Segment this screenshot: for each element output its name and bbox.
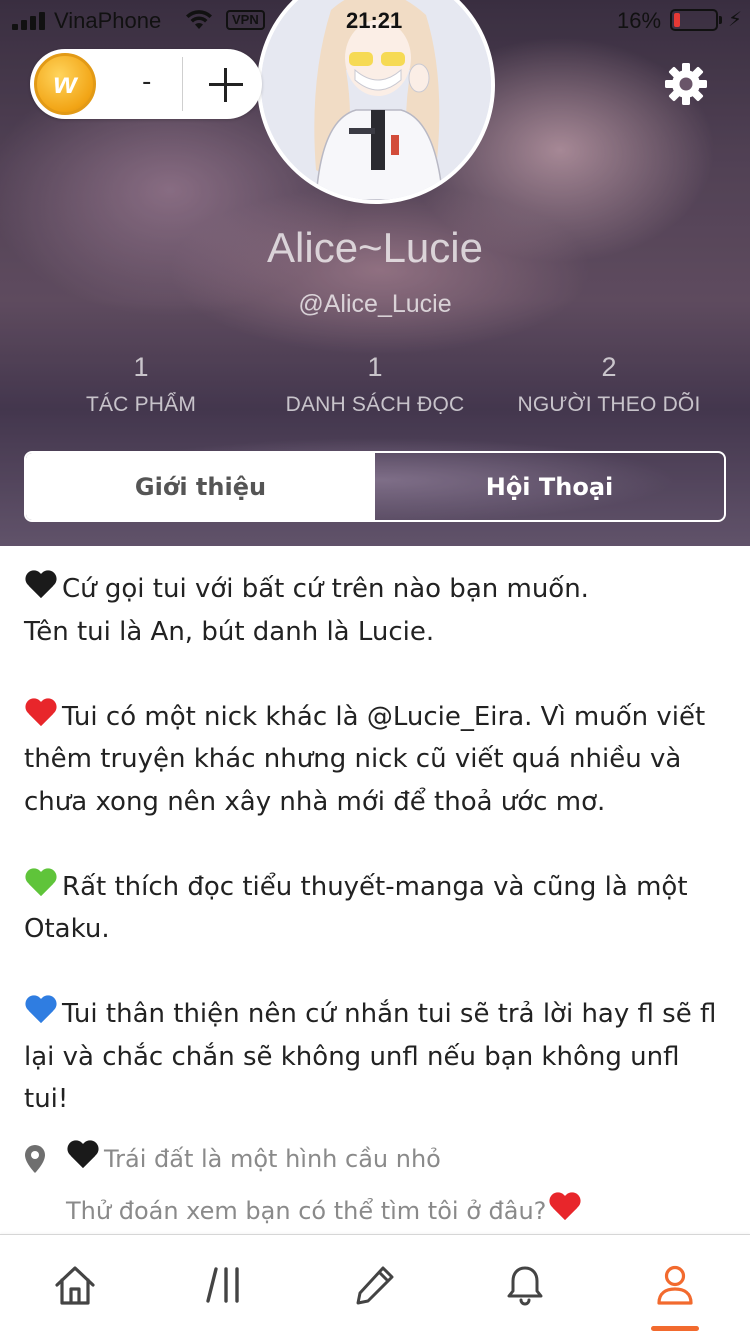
- blue-heart-icon: [24, 996, 58, 1026]
- buy-coins-plus-icon[interactable]: [190, 49, 262, 119]
- bio-line: Rất thích đọc tiểu thuyết-manga và cũng …: [24, 871, 688, 945]
- location-pin-icon: [25, 1145, 45, 1173]
- clock: 21:21: [346, 8, 403, 33]
- coin-divider: [182, 57, 183, 111]
- bio-paragraph: Cứ gọi tui với bất cứ trên nào bạn muốn.…: [24, 568, 730, 653]
- library-icon: [206, 1267, 239, 1303]
- profile-tabs: Giới thiệu Hội Thoại: [24, 451, 726, 522]
- coin-balance-value: -: [142, 67, 152, 97]
- stat-followers-label: NGƯỜI THEO DÕI: [517, 393, 701, 416]
- nav-home[interactable]: [0, 1235, 150, 1334]
- write-pencil-icon: [356, 1266, 394, 1305]
- notifications-bell-icon: [507, 1266, 543, 1306]
- stat-followers[interactable]: 2 NGƯỜI THEO DÕI: [489, 350, 729, 420]
- stat-reading-lists[interactable]: 1 DANH SÁCH ĐỌC: [255, 350, 495, 420]
- black-heart-icon: [66, 1141, 100, 1171]
- bio-line: Tui có một nick khác là @Lucie_Eira. Vì …: [24, 701, 706, 817]
- bio-line: Tui thân thiện nên cứ nhắn tui sẽ trả lờ…: [24, 999, 717, 1114]
- profile-display-name: Alice~Lucie: [267, 224, 483, 271]
- wifi-icon: [186, 10, 212, 29]
- nav-write[interactable]: [300, 1235, 450, 1334]
- active-tab-indicator: [651, 1326, 699, 1331]
- location-text: Trái đất là một hình cầu nhỏ: [66, 1140, 441, 1178]
- location-line-1: Trái đất là một hình cầu nhỏ: [104, 1145, 441, 1173]
- status-bar: VinaPhone VPN 21:21 16% ⚡︎: [0, 0, 750, 40]
- location-line-2: Thử đoán xem bạn có thể tìm tôi ở đâu?: [66, 1197, 547, 1225]
- cellular-signal-icon: [12, 12, 48, 30]
- bio-line: Tên tui là An, bút danh là Lucie.: [24, 616, 435, 647]
- profile-icon: [657, 1265, 693, 1305]
- stat-works[interactable]: 1 TÁC PHẨM: [21, 350, 261, 420]
- coin-icon[interactable]: w: [34, 53, 96, 115]
- bio-line: Cứ gọi tui với bất cứ trên nào bạn muốn.: [62, 574, 589, 604]
- green-heart-icon: [24, 869, 58, 899]
- coin-icon-letter: w: [53, 67, 77, 100]
- bottom-tab-bar: [0, 1234, 750, 1334]
- bio-paragraph: Tui thân thiện nên cứ nhắn tui sẽ trả lờ…: [24, 993, 730, 1121]
- stat-reading-lists-label: DANH SÁCH ĐỌC: [285, 393, 465, 416]
- carrier-name: VinaPhone: [54, 8, 162, 33]
- charging-bolt-icon: ⚡︎: [728, 9, 743, 31]
- bio-paragraph: Rất thích đọc tiểu thuyết-manga và cũng …: [24, 866, 730, 951]
- gear-icon[interactable]: [664, 62, 708, 106]
- vpn-badge: VPN: [226, 10, 265, 30]
- battery-tip: [719, 16, 722, 24]
- stat-works-label: TÁC PHẨM: [85, 393, 197, 416]
- tab-about[interactable]: Giới thiệu: [26, 453, 375, 520]
- tab-conversations[interactable]: Hội Thoại: [375, 453, 724, 520]
- battery-level-fill: [674, 13, 681, 27]
- stat-reading-lists-count: 1: [367, 352, 383, 382]
- profile-username: @Alice_Lucie: [298, 290, 452, 318]
- home-icon: [55, 1266, 95, 1305]
- black-heart-icon: [24, 571, 58, 601]
- nav-profile[interactable]: [600, 1235, 750, 1334]
- stat-works-count: 1: [133, 352, 149, 382]
- nav-library[interactable]: [150, 1235, 300, 1334]
- profile-bio: Cứ gọi tui với bất cứ trên nào bạn muốn.…: [24, 568, 730, 1121]
- red-heart-icon: [548, 1193, 582, 1223]
- bio-paragraph: Tui có một nick khác là @Lucie_Eira. Vì …: [24, 696, 730, 824]
- red-heart-icon: [24, 699, 58, 729]
- battery-icon: [670, 9, 718, 31]
- nav-notifications[interactable]: [450, 1235, 600, 1334]
- battery-percent: 16%: [617, 8, 662, 33]
- coin-balance-pill: w -: [30, 49, 262, 119]
- stat-followers-count: 2: [601, 352, 617, 382]
- location-subtext: Thử đoán xem bạn có thể tìm tôi ở đâu?: [66, 1192, 586, 1230]
